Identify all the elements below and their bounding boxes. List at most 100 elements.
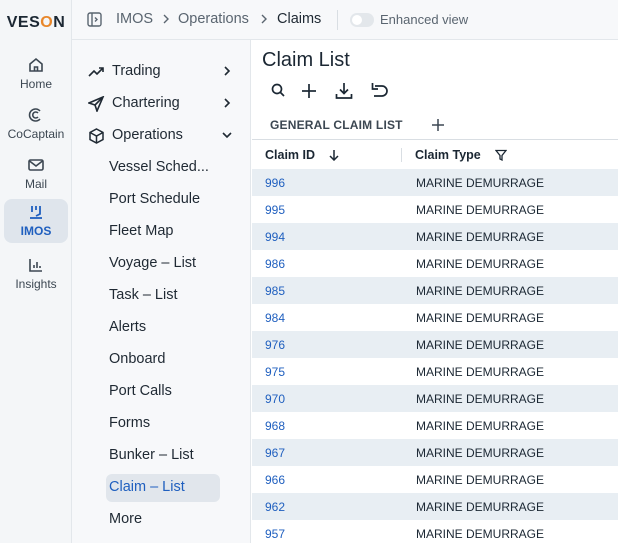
nav-item-port-calls[interactable]: Port Calls (106, 378, 220, 406)
claim-id-link[interactable]: 962 (265, 500, 285, 514)
breadcrumb-chevron-icon (163, 14, 169, 24)
table-row[interactable]: 994 MARINE DEMURRAGE (252, 223, 618, 250)
claim-type-cell: MARINE DEMURRAGE (416, 446, 545, 460)
toggle-knob (352, 15, 362, 25)
claim-id-link[interactable]: 957 (265, 527, 285, 541)
search-button[interactable] (266, 78, 292, 104)
rail-item-imos[interactable]: IMOS (4, 199, 68, 243)
nav-item-voyage-list[interactable]: Voyage – List (106, 250, 220, 278)
undo-icon (371, 83, 388, 97)
table-row[interactable]: 967 MARINE DEMURRAGE (252, 439, 618, 466)
table-row[interactable]: 962 MARINE DEMURRAGE (252, 493, 618, 520)
claim-id-link[interactable]: 976 (265, 338, 285, 352)
sidebar-toggle-icon[interactable] (87, 12, 102, 27)
app-rail: VESON Home CoCaptain Mail IMOS Insights (0, 0, 72, 543)
claim-type-cell: MARINE DEMURRAGE (416, 257, 545, 271)
rail-item-cocaptain[interactable]: CoCaptain (4, 102, 68, 146)
home-icon (29, 57, 43, 72)
table-row[interactable]: 970 MARINE DEMURRAGE (252, 385, 618, 412)
claim-id-link[interactable]: 968 (265, 419, 285, 433)
nav-item-vessel-schedule[interactable]: Vessel Sched... (106, 154, 220, 182)
chevron-right-icon (224, 66, 231, 76)
sort-descending-icon[interactable] (328, 149, 340, 161)
list-tabs: GENERAL CLAIM LIST (252, 110, 618, 140)
claim-id-link[interactable]: 996 (265, 176, 285, 190)
claim-type-cell: MARINE DEMURRAGE (416, 284, 545, 298)
veson-logo[interactable]: VESON (0, 14, 72, 32)
download-button[interactable] (331, 78, 357, 104)
tab-general-claim-list[interactable]: GENERAL CLAIM LIST (270, 118, 403, 132)
breadcrumb-operations[interactable]: Operations (178, 11, 249, 27)
mail-icon (28, 159, 44, 171)
table-row[interactable]: 975 MARINE DEMURRAGE (252, 358, 618, 385)
page-title: Claim List (262, 49, 350, 71)
claim-type-cell: MARINE DEMURRAGE (416, 365, 545, 379)
breadcrumb-chevron-icon (261, 14, 267, 24)
add-button[interactable] (296, 78, 322, 104)
nav-group-chartering[interactable]: Chartering (72, 91, 251, 117)
nav-item-bunker-list[interactable]: Bunker – List (106, 442, 220, 470)
table-row[interactable]: 996 MARINE DEMURRAGE (252, 169, 618, 196)
nav-item-forms[interactable]: Forms (106, 410, 220, 438)
breadcrumb-imos[interactable]: IMOS (116, 11, 153, 27)
add-tab-icon[interactable] (430, 117, 446, 133)
claim-id-link[interactable]: 984 (265, 311, 285, 325)
table-row[interactable]: 985 MARINE DEMURRAGE (252, 277, 618, 304)
claim-type-cell: MARINE DEMURRAGE (416, 230, 545, 244)
enhanced-view-label: Enhanced view (380, 12, 469, 27)
claim-type-cell: MARINE DEMURRAGE (416, 473, 545, 487)
module-nav: Trading Chartering Operations Vessel Sch… (72, 40, 251, 543)
nav-item-onboard[interactable]: Onboard (106, 346, 220, 374)
claim-type-cell: MARINE DEMURRAGE (416, 527, 545, 541)
download-icon (335, 83, 353, 99)
nav-item-port-schedule[interactable]: Port Schedule (106, 186, 220, 214)
claim-id-link[interactable]: 994 (265, 230, 285, 244)
table-row[interactable]: 957 MARINE DEMURRAGE (252, 520, 618, 543)
nav-group-trading[interactable]: Trading (72, 59, 251, 85)
nav-item-more[interactable]: More (106, 506, 220, 534)
nav-item-claim-list[interactable]: Claim – List (106, 474, 220, 502)
table-row[interactable]: 986 MARINE DEMURRAGE (252, 250, 618, 277)
claim-id-link[interactable]: 995 (265, 203, 285, 217)
chevron-right-icon (224, 98, 231, 108)
nav-group-operations[interactable]: Operations (72, 123, 251, 149)
cocaptain-icon (28, 108, 41, 122)
claims-table-body: 996 MARINE DEMURRAGE 995 MARINE DEMURRAGE 99… (252, 169, 618, 543)
operations-icon (89, 128, 104, 144)
claim-id-link[interactable]: 986 (265, 257, 285, 271)
claim-type-cell: MARINE DEMURRAGE (416, 419, 545, 433)
add-icon (302, 84, 316, 98)
breadcrumb-claims: Claims (277, 11, 322, 27)
nav-item-fleet-map[interactable]: Fleet Map (106, 218, 220, 246)
undo-button[interactable] (367, 78, 393, 104)
nav-item-alerts[interactable]: Alerts (106, 314, 220, 342)
rail-item-home[interactable]: Home (4, 52, 68, 96)
table-row[interactable]: 968 MARINE DEMURRAGE (252, 412, 618, 439)
claim-id-link[interactable]: 985 (265, 284, 285, 298)
claim-type-cell: MARINE DEMURRAGE (416, 338, 545, 352)
table-row[interactable]: 966 MARINE DEMURRAGE (252, 466, 618, 493)
chevron-down-icon (222, 132, 232, 139)
claim-id-link[interactable]: 970 (265, 392, 285, 406)
header-divider (337, 10, 338, 30)
claim-id-link[interactable]: 966 (265, 473, 285, 487)
rail-item-insights[interactable]: Insights (4, 252, 68, 296)
rail-item-mail[interactable]: Mail (4, 152, 68, 196)
table-row[interactable]: 995 MARINE DEMURRAGE (252, 196, 618, 223)
nav-item-task-list[interactable]: Task – List (106, 282, 220, 310)
column-header-claim-type[interactable]: Claim Type (415, 148, 481, 162)
search-icon (271, 83, 285, 97)
enhanced-view-toggle[interactable] (350, 13, 374, 27)
table-row[interactable]: 984 MARINE DEMURRAGE (252, 304, 618, 331)
column-header-claim-id[interactable]: Claim ID (265, 148, 315, 162)
top-header: IMOS Operations Claims Enhanced view (72, 0, 618, 40)
claim-type-cell: MARINE DEMURRAGE (416, 500, 545, 514)
claim-type-cell: MARINE DEMURRAGE (416, 392, 545, 406)
claim-id-link[interactable]: 967 (265, 446, 285, 460)
claim-type-cell: MARINE DEMURRAGE (416, 203, 545, 217)
table-row[interactable]: 976 MARINE DEMURRAGE (252, 331, 618, 358)
claim-id-link[interactable]: 975 (265, 365, 285, 379)
trading-icon (88, 67, 104, 77)
filter-icon[interactable] (495, 149, 507, 161)
claim-type-cell: MARINE DEMURRAGE (416, 311, 545, 325)
